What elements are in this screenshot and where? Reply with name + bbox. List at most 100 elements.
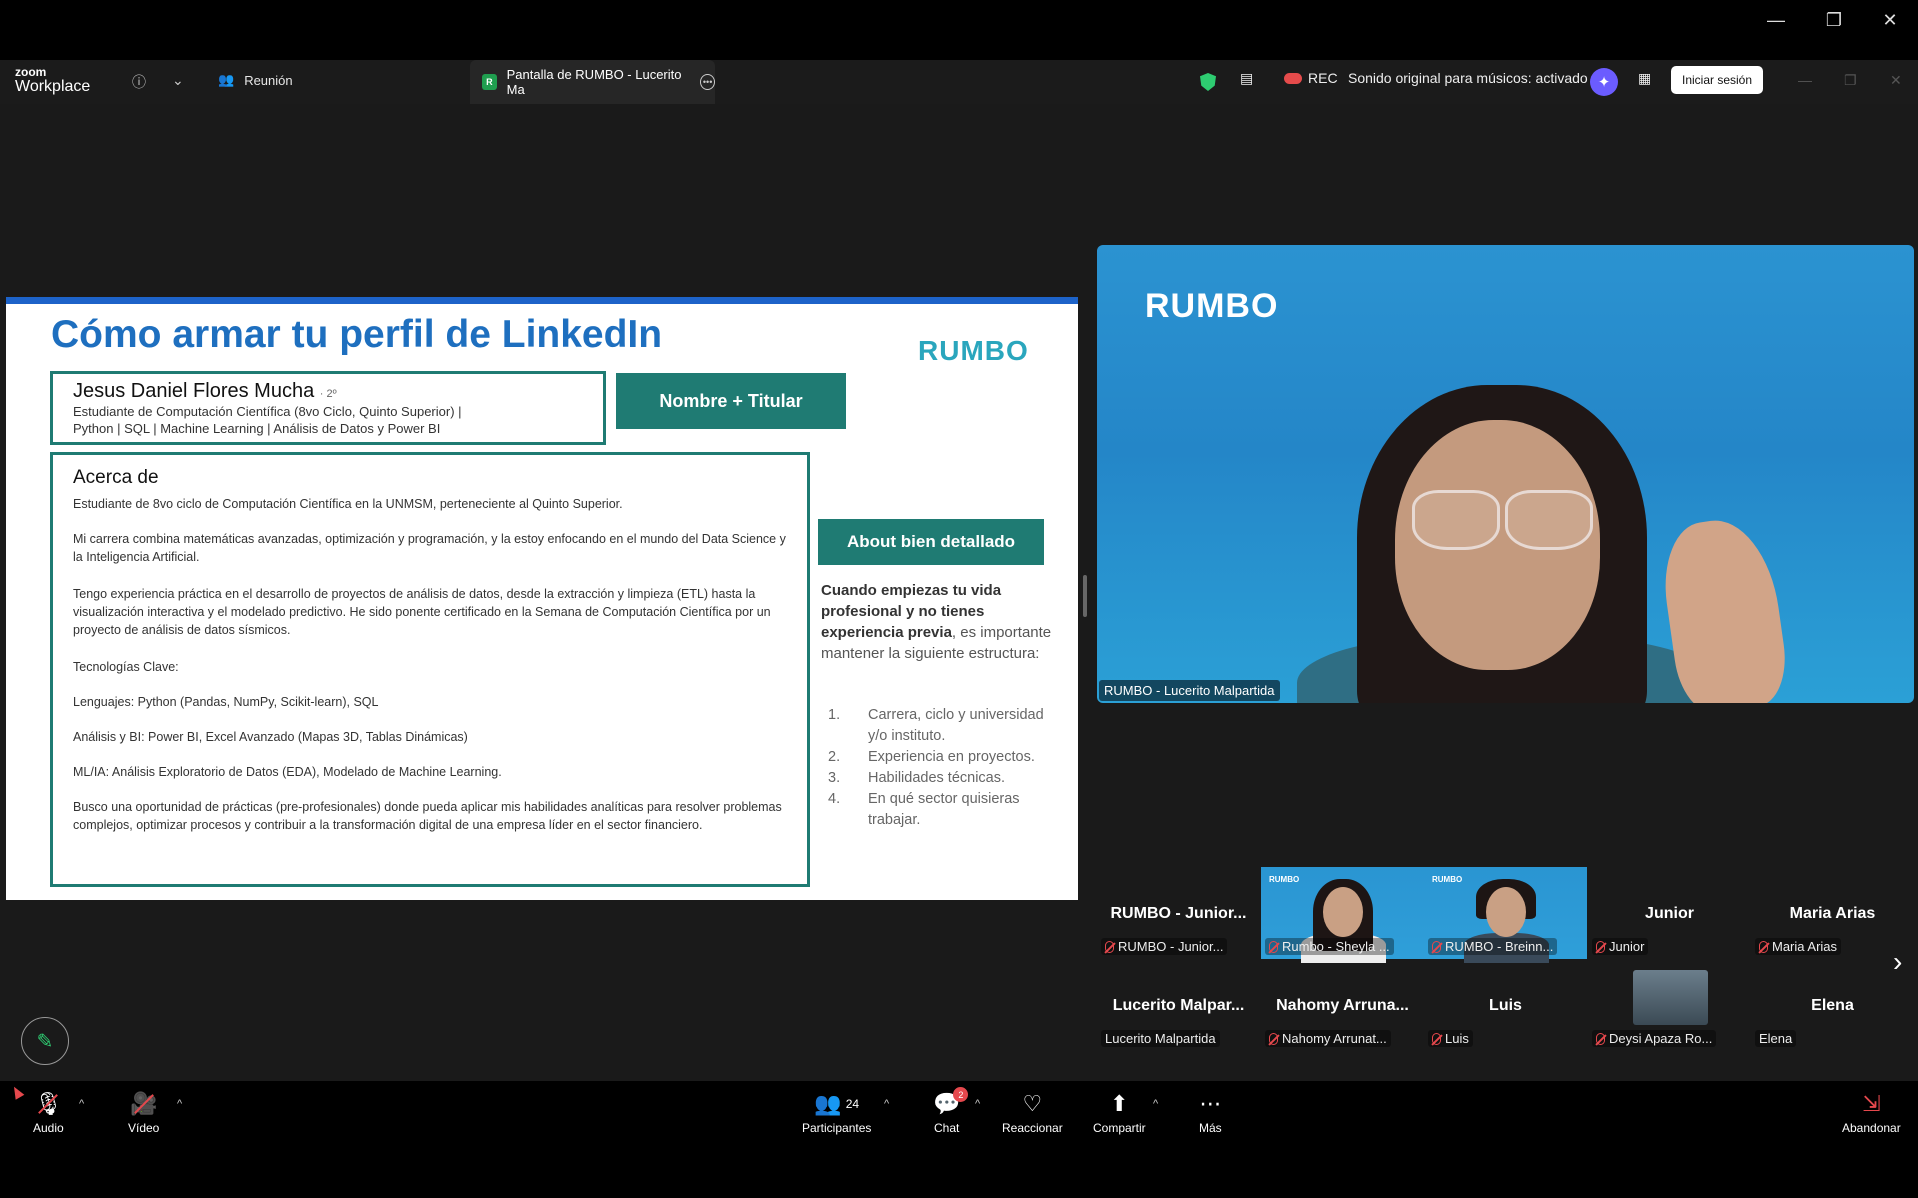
tile-background-logo: RUMBO [1269,875,1300,884]
participant-tile[interactable]: Elena Elena [1751,959,1914,1051]
gallery-next-arrow[interactable]: › [1893,946,1902,978]
tag-about: About bien detallado [818,519,1044,565]
participants-options-caret[interactable]: ^ [884,1098,889,1110]
react-button[interactable]: ♡ Reaccionar [1002,1089,1063,1135]
participants-icon: 👥 24 [814,1091,860,1116]
leave-button[interactable]: ⇲ Abandonar [1842,1089,1901,1135]
audio-options-caret[interactable]: ^ [79,1098,84,1110]
profile-name-line: Jesus Daniel Flores Mucha · 2º [73,380,583,403]
chat-icon: 💬 2 [933,1087,969,1119]
close-icon: ✕ [1882,9,1898,30]
recording-indicator[interactable]: REC [1284,70,1338,86]
annotate-button[interactable]: ✎ [21,1017,69,1065]
video-options-caret[interactable]: ^ [177,1098,182,1110]
more-options-icon[interactable]: ••• [700,74,716,90]
participant-tile[interactable]: RUMBO Rumbo - Sheyla ... [1261,867,1424,963]
signin-button[interactable]: Iniciar sesión [1671,66,1764,94]
camera-icon: 🎥 [130,1089,157,1119]
participants-button[interactable]: 👥 24 Participantes [802,1089,871,1135]
share-options-caret[interactable]: ^ [1153,1098,1158,1110]
minimize-icon: — [1767,9,1785,30]
logo-workplace-text: Workplace [15,78,91,95]
about-paragraph-8: Busco una oportunidad de prácticas (pre-… [73,800,782,832]
active-speaker-video[interactable]: RUMBO RUMBO - Lucerito Malpartida [1097,245,1914,703]
microphone-icon: 🎙 [34,1089,62,1119]
tab-meeting[interactable]: 👥 Reunión [218,72,293,88]
about-heading: Acerca de [73,467,159,488]
security-shield[interactable] [1200,73,1216,91]
list-item: 3. Habilidades técnicas. [828,770,1006,786]
more-button[interactable]: ⋯ Más [1199,1089,1222,1135]
share-screen-icon: ⬆ [1110,1091,1129,1116]
list-item: 2. Experiencia en proyectos. [828,749,1035,765]
speaker-background-logo: RUMBO [1145,287,1279,325]
ai-companion-button[interactable]: ✦ [1590,68,1618,96]
participants-count: 24 [845,1097,860,1111]
list-item: 1. Carrera, ciclo y universidad y/o insti… [828,707,1044,744]
share-button[interactable]: ⬆ Compartir [1093,1089,1146,1135]
tab-meeting-label: Reunión [244,72,293,88]
audio-button[interactable]: 🎙 Audio [33,1089,64,1135]
participant-tile[interactable]: Deysi Apaza Ro... [1588,959,1751,1051]
chat-options-caret[interactable]: ^ [975,1098,980,1110]
zoom-logo: zoom Workplace [15,66,90,95]
speaker-glasses-right [1505,490,1593,550]
layout-icon: ▦ [1638,70,1652,86]
about-paragraph-2: Mi carrera combina matemáticas avanzadas… [73,532,786,564]
restore-button[interactable]: ❐ [1806,4,1862,36]
layout-button[interactable]: ▦ [1638,70,1651,87]
chevron-down-icon[interactable]: ⌄ [172,72,184,89]
signin-label: Iniciar sesión [1671,66,1764,94]
maximize-share-icon: ❐ [1844,72,1857,88]
video-button[interactable]: 🎥 Vídeo [128,1089,159,1135]
profile-name: Jesus Daniel Flores Mucha [73,380,315,402]
split-resize-handle[interactable] [1083,575,1087,617]
speaker-name-tag: RUMBO - Lucerito Malpartida [1099,680,1280,701]
logo-zoom-text: zoom [15,65,47,79]
sparkle-icon: ✦ [1590,68,1618,96]
shield-icon [1200,73,1216,91]
chat-button[interactable]: 💬 2 Chat [933,1087,969,1135]
share-tab-badge: R [482,74,497,90]
structure-list: 1. Carrera, ciclo y universidad y/o insti… [828,705,1058,831]
shared-slide: Cómo armar tu perfil de LinkedIn RUMBO J… [6,297,1078,900]
rec-label: REC [1308,70,1338,86]
participant-tile[interactable]: Junior Junior [1588,867,1751,959]
mic-muted-icon [1269,940,1278,953]
minimize-share-icon: — [1798,72,1812,88]
profile-name-box: Jesus Daniel Flores Mucha · 2º Estudiant… [50,371,606,445]
captions-button[interactable]: ▤ [1240,70,1253,87]
people-icon: 👥 [218,72,235,87]
participant-tile[interactable]: Lucerito Malpar... Lucerito Malpartida [1097,959,1260,1051]
zoom-top-bar: zoom Workplace ⓘ ⌄ 👥 Reunión R Pantalla … [0,60,1918,104]
close-button[interactable]: ✕ [1862,4,1918,36]
info-icon[interactable]: ⓘ [132,72,146,92]
slide-title: Cómo armar tu perfil de LinkedIn [51,313,663,356]
restore-icon: ❐ [1825,9,1843,30]
minimize-button[interactable]: — [1748,4,1804,36]
notes-icon: ▤ [1240,70,1254,86]
participant-tile[interactable]: Luis Luis [1424,959,1587,1051]
meeting-toolbar: 🎙 Audio ^ 🎥 Vídeo ^ 👥24 Participantes ^ … [0,1081,1918,1198]
mic-muted-icon [1596,1032,1605,1045]
tab-share-label: Pantalla de RUMBO - Lucerito Ma [506,67,682,97]
heart-icon: ♡ [1022,1091,1043,1116]
about-paragraph-5: Lenguajes: Python (Pandas, NumPy, Scikit… [73,695,379,709]
about-paragraph-7: ML/IA: Análisis Exploratorio de Datos (E… [73,765,502,779]
participant-tile[interactable]: Nahomy Arruna... Nahomy Arrunat... [1261,959,1424,1051]
about-paragraph-6: Análisis y BI: Power BI, Excel Avanzado … [73,730,468,744]
exit-icon: ⇲ [1862,1091,1881,1116]
window-title-bar: — ❐ ✕ [0,0,1918,60]
ellipsis-icon: ⋯ [1199,1091,1222,1116]
tag-name-headline: Nombre + Titular [616,373,846,429]
profile-headline-2: Python | SQL | Machine Learning | Anális… [73,421,441,436]
mic-muted-icon [1432,940,1441,953]
participant-tile[interactable]: RUMBO RUMBO - Breinn... [1424,867,1587,963]
tile-background-logo: RUMBO [1432,875,1463,884]
slide-top-bar [6,297,1078,304]
participant-tile[interactable]: Maria Arias Maria Arias [1751,867,1914,959]
mic-muted-icon [1269,1032,1278,1045]
participant-tile[interactable]: RUMBO - Junior... RUMBO - Junior... [1097,867,1260,959]
tab-screen-share[interactable]: R Pantalla de RUMBO - Lucerito Ma ••• [470,60,716,104]
profile-headline-1: Estudiante de Computación Científica (8v… [73,404,462,419]
